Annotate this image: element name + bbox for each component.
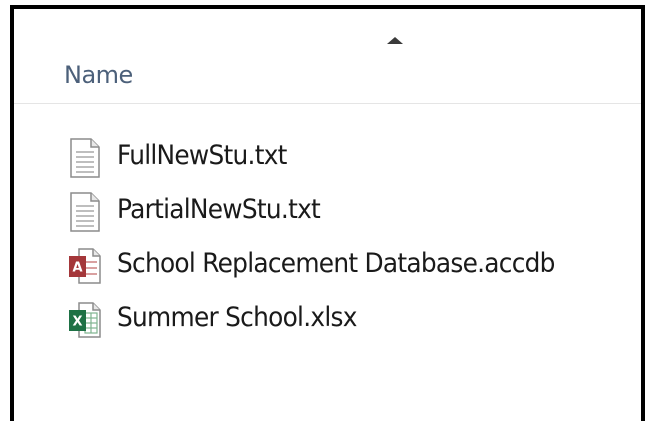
text-file-icon bbox=[70, 138, 100, 178]
file-name: School Replacement Database.accdb bbox=[117, 248, 555, 279]
sort-ascending-icon bbox=[387, 37, 403, 44]
file-name: PartialNewStu.txt bbox=[117, 194, 321, 225]
file-explorer-pane: Name FullNewStu.txt PartialNewStu.txt A … bbox=[0, 0, 650, 421]
file-row-school-replacement-database[interactable]: A School Replacement Database.accdb bbox=[14, 238, 641, 292]
access-database-icon: A bbox=[69, 248, 101, 284]
header-divider bbox=[14, 103, 641, 104]
text-file-icon bbox=[70, 192, 100, 232]
file-list: FullNewStu.txt PartialNewStu.txt A Schoo… bbox=[14, 130, 641, 346]
file-name: Summer School.xlsx bbox=[117, 302, 357, 333]
excel-spreadsheet-icon: X bbox=[69, 302, 101, 338]
svg-text:X: X bbox=[72, 315, 82, 330]
window-border-right bbox=[641, 5, 645, 421]
column-header: Name bbox=[14, 9, 641, 103]
file-name: FullNewStu.txt bbox=[117, 140, 287, 171]
file-row-fullnewstu[interactable]: FullNewStu.txt bbox=[14, 130, 641, 184]
file-row-partialnewstu[interactable]: PartialNewStu.txt bbox=[14, 184, 641, 238]
column-header-name[interactable]: Name bbox=[64, 61, 133, 89]
svg-text:A: A bbox=[72, 261, 82, 276]
file-row-summer-school[interactable]: X Summer School.xlsx bbox=[14, 292, 641, 346]
